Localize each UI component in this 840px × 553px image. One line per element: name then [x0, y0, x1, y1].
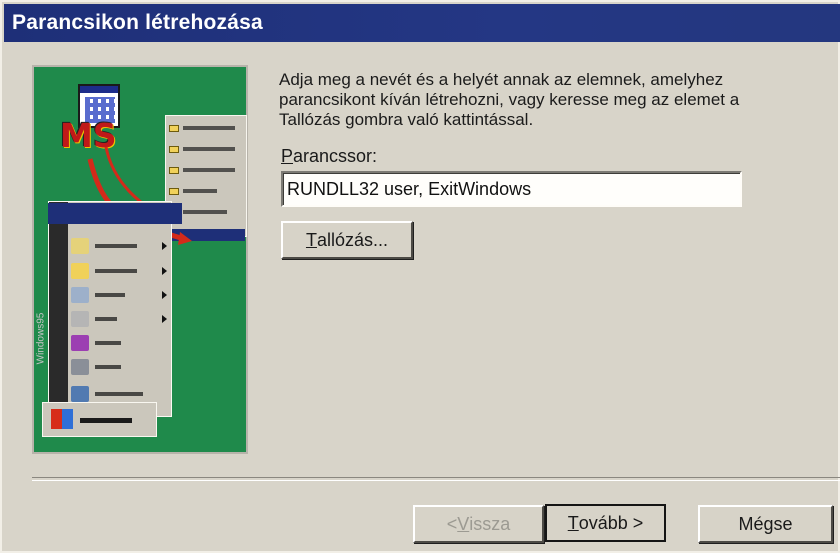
windows-logo-icon — [51, 409, 73, 429]
cancel-button[interactable]: Mégse — [698, 505, 833, 543]
documents-icon — [71, 263, 89, 279]
wizard-illustration: MS Windows95 — [32, 65, 248, 454]
back-prefix: < — [446, 513, 458, 534]
help-icon — [71, 335, 89, 351]
find-icon — [71, 311, 89, 327]
browse-label: allózás... — [316, 229, 389, 250]
shutdown-icon — [71, 386, 89, 402]
illustration-start-menu: Windows95 — [35, 201, 172, 417]
windows95-brand: Windows95 — [35, 312, 47, 365]
command-label-rest: arancssor: — [293, 146, 378, 166]
start-menu-documents — [71, 260, 169, 282]
illustration-menu-highlight — [48, 203, 182, 224]
start-menu-programs — [71, 235, 169, 257]
submenu-arrow-icon — [162, 267, 167, 275]
programs-icon — [71, 238, 89, 254]
command-line-label: Parancssor: — [281, 146, 377, 167]
title-bar[interactable]: Parancsikon létrehozása — [4, 4, 840, 42]
run-icon — [71, 359, 89, 375]
command-line-input[interactable] — [281, 171, 742, 207]
start-menu-help — [71, 332, 169, 354]
submenu-arrow-icon — [162, 242, 167, 250]
dialog-separator — [32, 477, 840, 481]
back-button[interactable]: < Vissza — [413, 505, 544, 543]
command-label-mnemonic: P — [281, 146, 294, 166]
instruction-text: Adja meg a nevét és a helyét annak az el… — [279, 70, 740, 129]
browse-button[interactable]: Tallózás... — [281, 221, 413, 259]
window-title: Parancsikon létrehozása — [12, 11, 263, 34]
illustration-start-button — [42, 402, 157, 437]
back-mnemonic: V — [457, 513, 470, 534]
settings-icon — [71, 287, 89, 303]
windows95-side-band: Windows95 — [35, 202, 68, 416]
shortcut-wizard-dialog: Parancsikon létrehozása MS Windows95 Adj… — [0, 0, 840, 553]
next-button[interactable]: Tovább > — [545, 504, 666, 542]
start-menu-run — [71, 356, 169, 378]
submenu-arrow-icon — [162, 291, 167, 299]
submenu-arrow-icon — [162, 315, 167, 323]
next-label: ovább > — [578, 512, 644, 533]
browse-mnemonic: T — [305, 229, 317, 250]
start-menu-settings — [71, 284, 169, 306]
start-menu-find — [71, 308, 169, 330]
back-label: issza — [469, 513, 511, 534]
next-mnemonic: T — [567, 512, 579, 533]
